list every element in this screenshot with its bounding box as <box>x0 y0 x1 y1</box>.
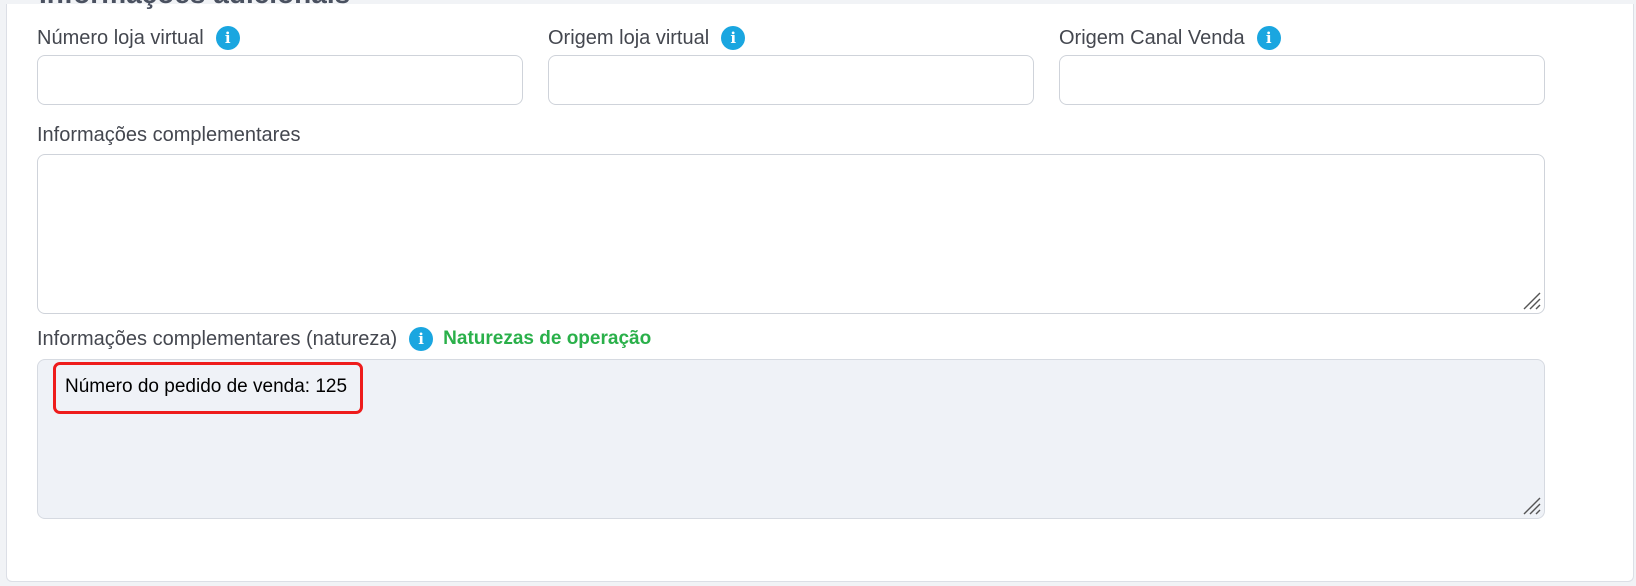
origem-loja-input[interactable] <box>548 55 1034 105</box>
numero-loja-input[interactable] <box>37 55 523 105</box>
resize-grip-icon[interactable] <box>1521 290 1541 310</box>
info-icon[interactable]: i <box>215 26 240 50</box>
additional-info-card: Informações adicionais Número loja virtu… <box>6 0 1634 582</box>
info-icon[interactable]: i <box>409 327 434 351</box>
info-natureza-label: Informações complementares (natureza) <box>37 327 398 350</box>
info-icon[interactable]: i <box>1256 26 1281 50</box>
naturezas-operacao-link[interactable]: Naturezas de operação <box>443 328 651 350</box>
info-icon[interactable]: i <box>721 26 746 50</box>
origem-loja-label: Origem loja virtual <box>548 26 710 49</box>
section-title: Informações adicionais <box>39 0 350 10</box>
highlight-box <box>53 362 363 414</box>
info-complementares-textarea[interactable] <box>37 154 1545 314</box>
origem-loja-label-row: Origem loja virtual i <box>548 26 746 50</box>
origem-canal-input[interactable] <box>1059 55 1545 105</box>
origem-canal-label: Origem Canal Venda <box>1059 26 1245 49</box>
origem-canal-label-row: Origem Canal Venda i <box>1059 26 1281 50</box>
info-complementares-label-row: Informações complementares <box>37 124 300 147</box>
numero-loja-label: Número loja virtual <box>37 26 204 49</box>
info-complementares-label: Informações complementares <box>37 124 301 146</box>
info-natureza-label-row: Informações complementares (natureza) i … <box>37 327 651 351</box>
numero-loja-label-row: Número loja virtual i <box>37 26 240 50</box>
resize-grip-icon[interactable] <box>1521 495 1541 515</box>
